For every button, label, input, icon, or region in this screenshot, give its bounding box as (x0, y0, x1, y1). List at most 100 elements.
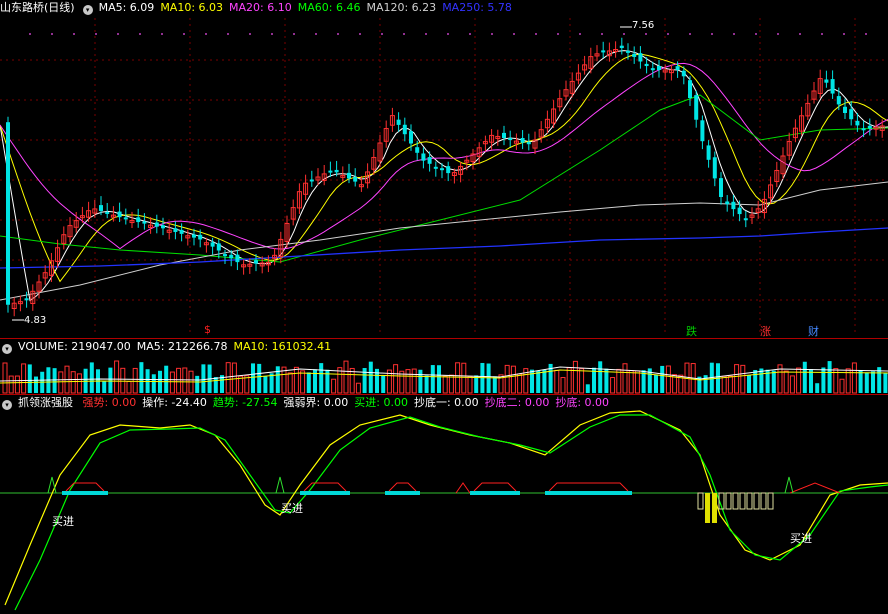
volume-bar (858, 369, 863, 393)
candle-body (737, 207, 742, 215)
volume-bar (821, 367, 826, 393)
volume-bar (504, 364, 510, 394)
indicator-value: MA60: 6.46 (297, 1, 361, 14)
volume-bar (660, 365, 665, 393)
volume-bar (572, 360, 578, 394)
candle-body (117, 211, 122, 218)
indicator-value: 抄底二: 0.00 (484, 396, 550, 409)
price-panel[interactable]: 山东路桥(日线) ▾ MA5: 6.09 MA10: 6.03 MA20: 6.10 MA… (0, 0, 888, 338)
strength-indicator-list: 强势: 0.00 操作: -24.40 趋势: -27.54 强弱界: 0.00 买进:… (83, 396, 616, 409)
signal-dot (161, 33, 163, 35)
candlestick-chart[interactable] (0, 0, 888, 338)
candle-body (836, 96, 841, 105)
candle-body (353, 177, 358, 182)
volume-bar (58, 371, 64, 394)
indicator-panel[interactable]: ▾ 抓领涨强股 强势: 0.00 操作: -24.40 趋势: -27.54 强弱界: … (0, 395, 888, 614)
signal-dot (249, 33, 251, 35)
bottom-bar (746, 492, 753, 510)
signal-dot (469, 33, 471, 35)
marker-rise: 涨 (760, 325, 771, 338)
buy-signal-triangle (784, 476, 794, 494)
volume-bar (554, 369, 560, 394)
volume-bar (8, 375, 14, 394)
volume-bar (201, 364, 206, 393)
volume-bar (604, 368, 609, 393)
volume-bar (225, 362, 231, 394)
candle-body (409, 131, 413, 144)
buy-signal-triangle (47, 476, 57, 494)
bottom-bar (732, 492, 739, 510)
volume-bar (182, 367, 188, 394)
candle-body (105, 211, 110, 214)
panel-menu-icon[interactable]: ▾ (2, 400, 12, 410)
volume-bar (536, 371, 541, 393)
candle-body (855, 120, 860, 126)
candle-body (6, 122, 10, 305)
volume-bar (598, 361, 603, 393)
volume-bar (585, 384, 590, 393)
volume-bar (2, 362, 8, 394)
candle-body (867, 125, 872, 129)
candle-body (657, 66, 661, 70)
volume-bar (455, 362, 461, 394)
volume-bar (566, 367, 572, 394)
candle-body (619, 45, 624, 49)
volume-bar (331, 378, 337, 394)
candle-body (700, 120, 705, 142)
candle-body (154, 222, 159, 227)
signal-dot (51, 33, 53, 35)
panel-menu-icon[interactable]: ▾ (2, 344, 12, 354)
volume-bar (510, 365, 516, 394)
volume-bar (467, 375, 473, 394)
volume-bar (827, 361, 832, 393)
candle-body (198, 234, 203, 240)
signal-dot (777, 33, 779, 35)
indicator-value: MA20: 6.10 (229, 1, 292, 14)
panel-menu-icon[interactable]: ▾ (82, 5, 93, 15)
volume-bar (560, 377, 566, 394)
candle-body (446, 166, 451, 174)
signal-dot (425, 33, 427, 35)
ma120-line (0, 181, 888, 301)
buy-label: 买进 (281, 502, 303, 515)
candle-body (644, 63, 649, 67)
candle-body (824, 79, 829, 83)
indicator-value: MA10: 6.03 (160, 1, 224, 14)
volume-bar (70, 371, 76, 394)
candle-body (861, 128, 866, 131)
signal-dot (293, 33, 295, 35)
candle-body (712, 157, 717, 179)
volume-bar (610, 377, 616, 394)
volume-bar (213, 377, 218, 393)
ma-indicator-list: MA5: 6.09 MA10: 6.03 MA20: 6.10 MA60: 6.46 M… (99, 1, 518, 14)
bottom-bar (753, 492, 760, 510)
candle-body (328, 170, 333, 173)
bottom-bar (725, 492, 732, 510)
candle-body (123, 217, 128, 220)
volume-panel[interactable]: ▾ VOLUME: 219047.00 MA5: 212266.78 MA10: 16… (0, 339, 888, 394)
volume-bar (319, 363, 324, 393)
ma20-line (0, 62, 888, 250)
volume-panel-header: ▾ VOLUME: 219047.00 MA5: 212266.78 MA10: 16… (0, 339, 888, 355)
strong-zone-cap (473, 482, 517, 492)
volume-bar (393, 364, 399, 394)
signal-dot (623, 33, 625, 35)
candle-body (415, 147, 420, 153)
volume-bar (747, 375, 751, 393)
ma250-line (0, 227, 888, 269)
volume-bar (815, 383, 820, 393)
candle-body (179, 229, 184, 234)
signal-dot (73, 33, 75, 35)
candle-body (427, 157, 432, 164)
volume-bar (14, 375, 20, 394)
candle-body (650, 68, 655, 71)
strength-indicator-chart[interactable] (0, 395, 888, 614)
signal-dot (513, 33, 515, 35)
signal-dot (29, 33, 31, 35)
signal-dot (117, 33, 119, 35)
volume-bar (727, 375, 733, 394)
signal-dot (535, 33, 537, 35)
candle-body (688, 80, 692, 98)
candle-body (254, 260, 258, 264)
signal-dot (447, 33, 449, 35)
